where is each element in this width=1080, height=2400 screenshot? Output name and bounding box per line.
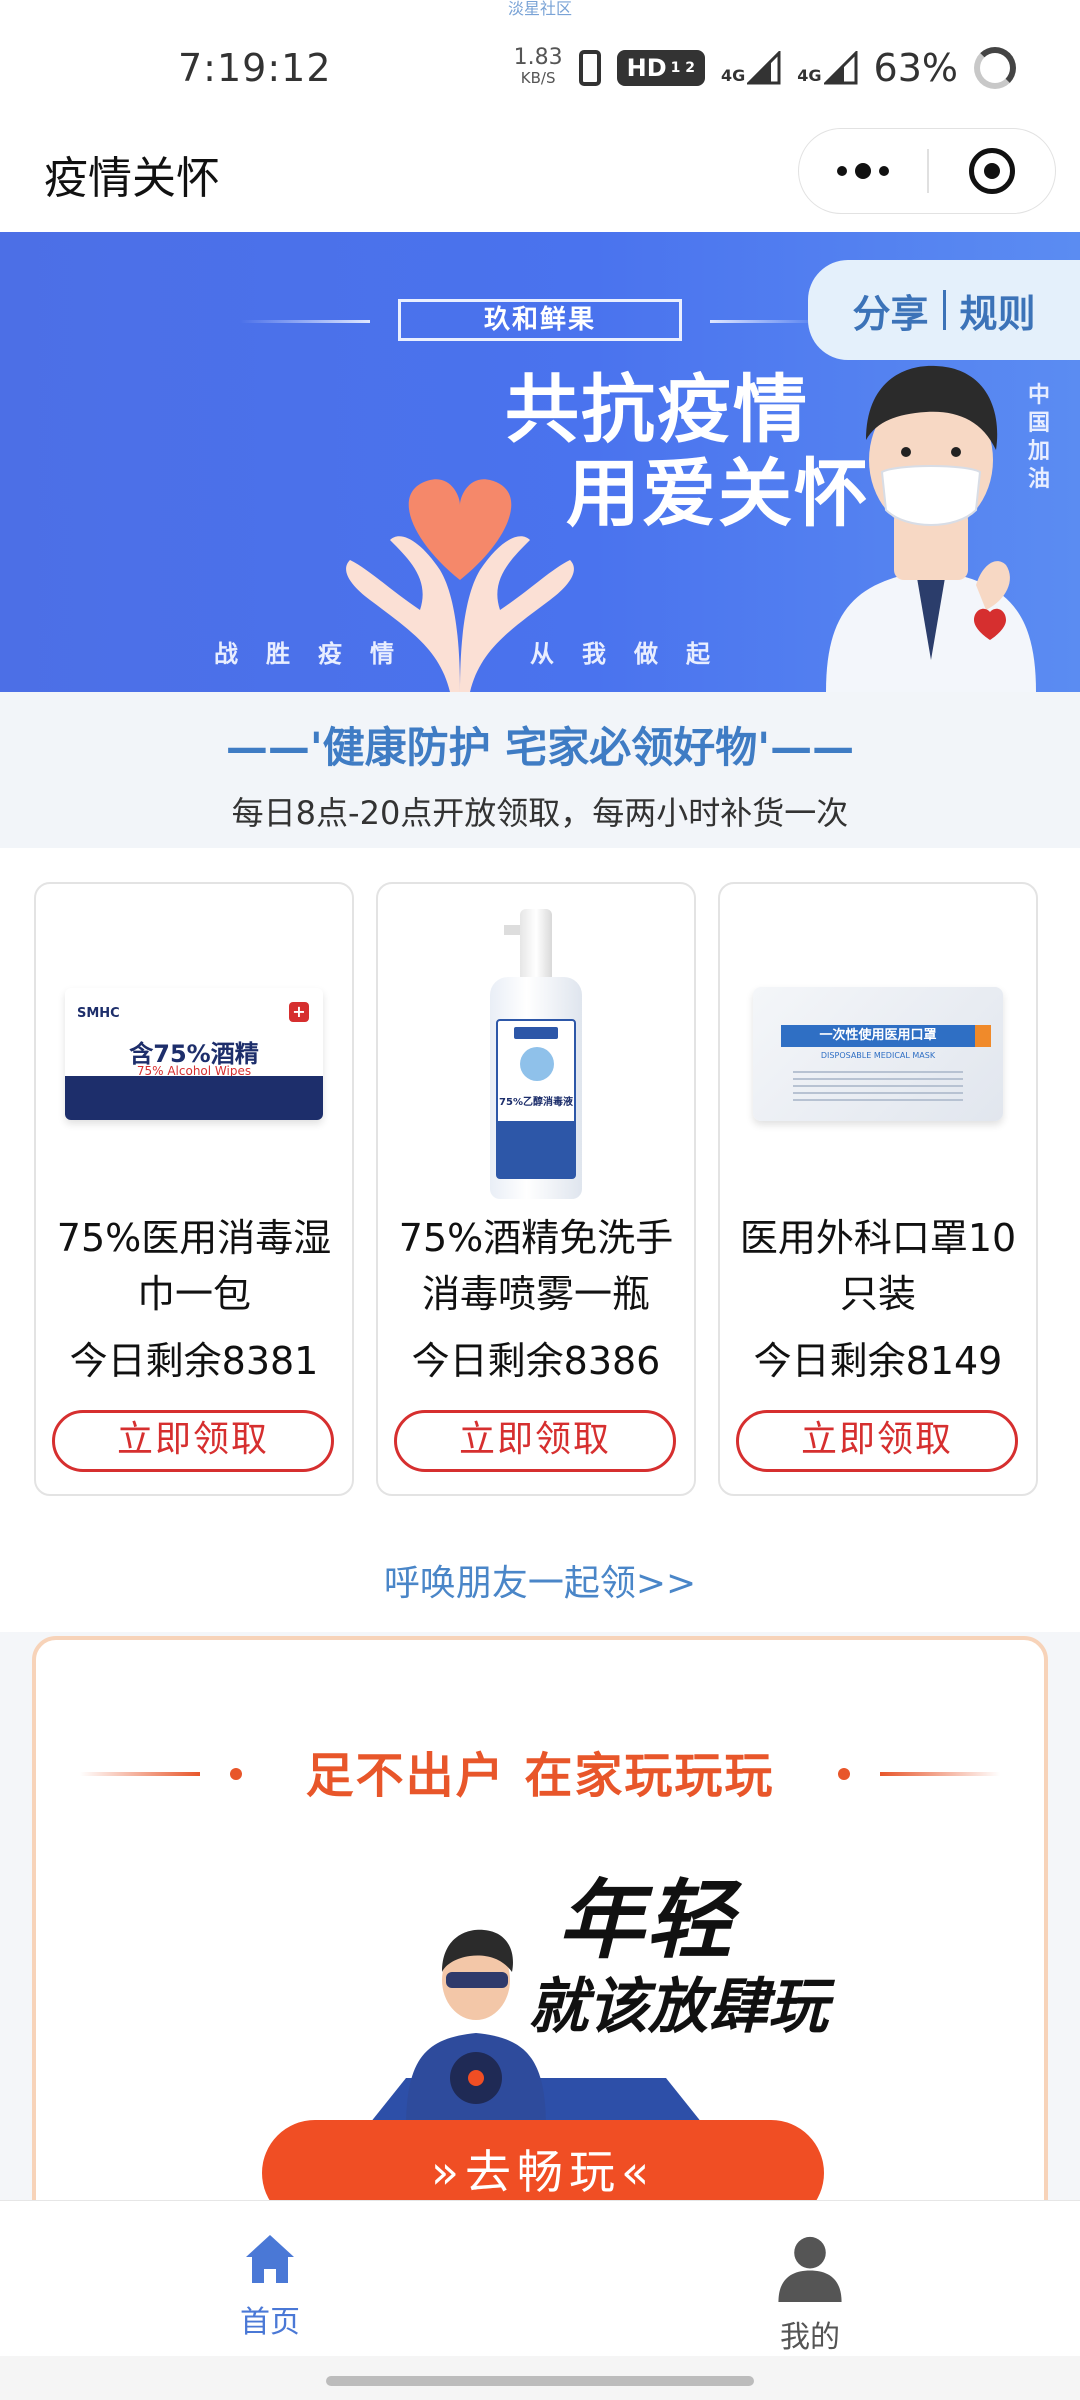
invite-friends-link[interactable]: 呼唤朋友一起领>> (0, 1554, 1080, 1606)
signal-4g-icon-1: 4G (721, 51, 781, 85)
battery-percent: 63% (873, 46, 958, 90)
spray-bottle-image: 75%乙醇消毒液 (486, 909, 586, 1199)
signal-label-1: 4G (721, 66, 746, 85)
battery-icon (974, 47, 1016, 89)
product-image: SMHC + 含75%酒精 75% Alcohol Wipes (56, 904, 332, 1204)
hd-label: HD (626, 54, 667, 82)
page-title: 疫情关怀 (44, 153, 220, 204)
banner-slogan-left: 战胜疫情 (214, 640, 422, 668)
product-list: SMHC + 含75%酒精 75% Alcohol Wipes 75%医用消毒湿… (34, 882, 1046, 1496)
product-stock: 今日剩余8149 (753, 1339, 1003, 1383)
network-speed-value: 1.83 (513, 45, 563, 70)
tab-home-label: 首页 (240, 2305, 300, 2340)
product-stock: 今日剩余8386 (411, 1339, 661, 1383)
hero-banner: 玖和鲜果 共抗疫情 用爱关怀 战胜疫情 从我做起 中国加油 分享 规则 (0, 232, 1080, 692)
home-icon (246, 2235, 294, 2283)
product-name: 75%酒精免洗手消毒喷雾一瓶 (398, 1216, 674, 1316)
signal-label-2: 4G (797, 66, 822, 85)
vibrate-icon (578, 50, 601, 86)
mask-package-image: 一次性使用医用口罩 DISPOSABLE MEDICAL MASK (753, 987, 1003, 1121)
product-image: 一次性使用医用口罩 DISPOSABLE MEDICAL MASK (740, 904, 1016, 1204)
more-dot-icon (837, 166, 847, 176)
more-dot-icon (855, 163, 871, 179)
miniprogram-capsule (798, 128, 1056, 214)
product-card[interactable]: 一次性使用医用口罩 DISPOSABLE MEDICAL MASK 医用外科口罩… (718, 882, 1038, 1496)
medical-cross-icon: + (289, 1002, 309, 1022)
network-speed-unit: KB/S (520, 69, 556, 87)
banner-slogan-right: 从我做起 (530, 640, 738, 668)
claim-button[interactable]: 立即领取 (394, 1410, 676, 1472)
section-header: ——'健康防护 宅家必领好物'—— 每日8点-20点开放领取，每两小时补货一次 (0, 692, 1080, 848)
product-image: 75%乙醇消毒液 (398, 904, 674, 1204)
status-time: 7:19:12 (178, 46, 332, 90)
share-rules-divider (942, 290, 946, 330)
game-title: 足不出户 在家玩玩玩 (305, 1748, 775, 1804)
close-miniprogram-button[interactable] (929, 148, 1055, 194)
tab-mine[interactable]: 我的 (540, 2201, 1080, 2356)
banner-vertical-text: 中国加油 (1027, 383, 1050, 492)
product-stock: 今日剩余8381 (69, 1339, 319, 1383)
share-button[interactable]: 分享 (852, 283, 928, 338)
more-dot-icon (879, 166, 889, 176)
product-name: 75%医用消毒湿巾一包 (56, 1216, 332, 1316)
section-title: ——'健康防护 宅家必领好物'—— (225, 723, 855, 772)
game-slogan-1: 年轻 (558, 1871, 734, 1971)
user-icon (778, 2236, 842, 2302)
game-card: 足不出户 在家玩玩玩 年轻 就该放肆玩 »去畅玩« (32, 1636, 1048, 2236)
mask-label-subtext: DISPOSABLE MEDICAL MASK (820, 1051, 936, 1060)
section-subtitle: 每日8点-20点开放领取，每两小时补货一次 (231, 794, 849, 832)
signal-bars-icon-1 (747, 51, 781, 85)
hd-sub-label: 1 2 (670, 60, 695, 76)
signal-4g-icon-2: 4G (797, 51, 858, 85)
tab-bar: 首页 我的 (0, 2200, 1080, 2356)
hd-badge: HD 1 2 (616, 50, 705, 86)
decor-dot (838, 1768, 850, 1780)
game-section: 足不出户 在家玩玩玩 年轻 就该放肆玩 »去畅玩« (0, 1632, 1080, 2236)
wipes-logo: SMHC (77, 1006, 120, 1021)
network-speed: 1.83 KB/S (513, 45, 563, 88)
wipes-band (65, 1076, 323, 1120)
banner-decor-line (240, 320, 370, 323)
tab-mine-label: 我的 (780, 2320, 840, 2355)
rules-button[interactable]: 规则 (960, 283, 1036, 338)
share-rules-pill: 分享 规则 (808, 260, 1080, 360)
target-icon (969, 148, 1015, 194)
more-menu-button[interactable] (799, 163, 927, 179)
signal-bars-icon-2 (823, 51, 858, 85)
banner-decor-line (710, 320, 820, 323)
claim-button[interactable]: 立即领取 (52, 1410, 334, 1472)
claim-button[interactable]: 立即领取 (736, 1410, 1018, 1472)
product-name: 医用外科口罩10只装 (739, 1216, 1017, 1316)
tab-home[interactable]: 首页 (0, 2201, 540, 2356)
wipes-package-image: SMHC + 含75%酒精 75% Alcohol Wipes (65, 988, 323, 1120)
navbar: 疫情关怀 (0, 118, 1080, 232)
doctor-illustration (826, 365, 1036, 692)
product-card[interactable]: SMHC + 含75%酒精 75% Alcohol Wipes 75%医用消毒湿… (34, 882, 354, 1496)
banner-brand: 玖和鲜果 (398, 299, 682, 341)
status-bar: 7:19:12 1.83 KB/S HD 1 2 4G 4G 63% (0, 20, 1080, 116)
mask-label-text: 一次性使用医用口罩 (781, 1025, 975, 1047)
status-icons: 1.83 KB/S HD 1 2 4G 4G 63% (514, 46, 1016, 90)
bottle-label-text: 75%乙醇消毒液 (499, 1097, 573, 1108)
game-slogan-2: 就该放肆玩 (528, 1972, 828, 2042)
home-indicator[interactable] (326, 2376, 754, 2386)
status-top-text: 淡星社区 (507, 0, 572, 18)
product-card[interactable]: 75%乙醇消毒液 75%酒精免洗手消毒喷雾一瓶 今日剩余8386 立即领取 (376, 882, 696, 1496)
decor-line (880, 1772, 1000, 1776)
